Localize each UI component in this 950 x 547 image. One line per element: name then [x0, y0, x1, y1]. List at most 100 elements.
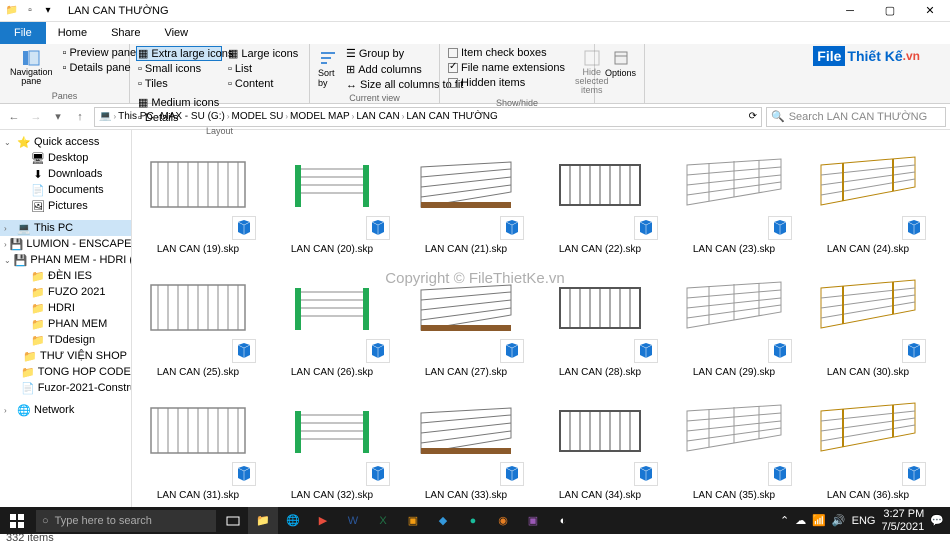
file-item[interactable]: LAN CAN (22).skp [534, 138, 666, 259]
file-item[interactable]: LAN CAN (27).skp [400, 261, 532, 382]
system-tray[interactable]: ⌃ ☁ 📶 🔊 ENG 3:27 PM 7/5/2021 💬 [774, 508, 950, 532]
sidebar-item[interactable]: 🖥Desktop [0, 150, 131, 166]
qat-dropdown[interactable]: ▾ [40, 3, 56, 19]
sidebar-item[interactable]: 📁HDRI [0, 300, 131, 316]
file-item[interactable]: LAN CAN (29).skp [668, 261, 800, 382]
details-pane-button[interactable]: ▫Details pane [61, 61, 139, 75]
sidebar-item[interactable]: 📁THƯ VIỆN SHOP [0, 348, 131, 364]
file-label: LAN CAN (28).skp [559, 367, 641, 378]
layout-small[interactable]: ▫Small icons [136, 62, 222, 76]
file-thumbnail [272, 142, 392, 222]
sidebar-item[interactable]: ›💾LUMION - ENSCAPE (E:) [0, 236, 131, 252]
up-button[interactable]: ↑ [70, 107, 90, 127]
taskbar-app[interactable]: 📁 [248, 507, 278, 534]
sidebar-item[interactable]: ⬇Downloads [0, 166, 131, 182]
skp-badge-icon [366, 216, 390, 240]
sidebar-item[interactable]: 📁TONG HOP CODE [0, 364, 131, 380]
taskbar-app[interactable]: W [338, 507, 368, 534]
taskbar-app[interactable]: ▣ [398, 507, 428, 534]
skp-badge-icon [232, 339, 256, 363]
file-item[interactable]: LAN CAN (24).skp [802, 138, 934, 259]
tab-share[interactable]: Share [99, 22, 152, 44]
file-item[interactable]: LAN CAN (21).skp [400, 138, 532, 259]
task-view-button[interactable] [218, 507, 248, 534]
sidebar-item[interactable]: 📁PHAN MEM [0, 316, 131, 332]
sidebar-item[interactable]: ›💻This PC [0, 220, 131, 236]
tab-home[interactable]: Home [46, 22, 99, 44]
sidebar-item[interactable]: ›🌐Network [0, 402, 131, 418]
skp-badge-icon [768, 216, 792, 240]
layout-extra-large[interactable]: ▦Extra large icons [136, 46, 222, 61]
layout-details[interactable]: ▫Details [136, 111, 180, 125]
file-extensions-toggle[interactable]: File name extensions [446, 61, 567, 75]
file-item[interactable]: LAN CAN (23).skp [668, 138, 800, 259]
tray-volume-icon[interactable]: 🔊 [832, 514, 846, 527]
layout-content[interactable]: ▫Content [226, 77, 270, 91]
file-item[interactable]: LAN CAN (20).skp [266, 138, 398, 259]
file-item[interactable]: LAN CAN (30).skp [802, 261, 934, 382]
file-item[interactable]: LAN CAN (25).skp [132, 261, 264, 382]
sidebar-item[interactable]: 🖼Pictures [0, 198, 131, 214]
content-area[interactable]: LAN CAN (19).skpLAN CAN (20).skpLAN CAN … [132, 130, 950, 527]
taskbar-app[interactable]: 🌐 [278, 507, 308, 534]
file-item[interactable]: LAN CAN (34).skp [534, 384, 666, 505]
notification-button[interactable]: 💬 [930, 514, 944, 527]
file-thumbnail [406, 388, 526, 468]
sidebar-item[interactable]: 📄Fuzor-2021-Construction-VDC-In [0, 380, 131, 396]
sidebar-item[interactable]: 📁ĐÈN IES [0, 268, 131, 284]
minimize-button[interactable]: ─ [830, 0, 870, 22]
sidebar-item[interactable]: ⌄⭐Quick access [0, 134, 131, 150]
taskbar-app[interactable]: ▣ [518, 507, 548, 534]
tray-icon[interactable]: 📶 [812, 514, 826, 527]
taskbar-app[interactable]: X [368, 507, 398, 534]
language-indicator[interactable]: ENG [852, 515, 876, 527]
file-thumbnail [138, 265, 258, 345]
sidebar-item[interactable]: 📁TDdesign [0, 332, 131, 348]
forward-button[interactable]: → [26, 107, 46, 127]
taskbar-search[interactable]: ○ Type here to search [36, 510, 216, 532]
item-checkboxes-toggle[interactable]: Item check boxes [446, 46, 567, 60]
sort-by-button[interactable]: Sort by [316, 46, 340, 92]
taskbar-app[interactable]: ◐ [548, 507, 578, 534]
sidebar-item[interactable]: 📄Documents [0, 182, 131, 198]
skp-badge-icon [902, 216, 926, 240]
layout-list[interactable]: ▫List [226, 62, 270, 76]
taskbar-app[interactable]: ◉ [488, 507, 518, 534]
sidebar-item[interactable]: ⌄💾PHAN MEM - HDRI (D:) [0, 252, 131, 268]
file-item[interactable]: LAN CAN (31).skp [132, 384, 264, 505]
file-item[interactable]: LAN CAN (19).skp [132, 138, 264, 259]
close-button[interactable]: ✕ [910, 0, 950, 22]
clock[interactable]: 3:27 PM 7/5/2021 [881, 508, 924, 532]
skp-badge-icon [902, 462, 926, 486]
file-item[interactable]: LAN CAN (26).skp [266, 261, 398, 382]
tray-icon[interactable]: ☁ [795, 514, 806, 527]
sidebar-item[interactable]: 📁FUZO 2021 [0, 284, 131, 300]
file-item[interactable]: LAN CAN (36).skp [802, 384, 934, 505]
layout-medium[interactable]: ▦Medium icons [136, 95, 180, 110]
watermark-logo: File Thiết Kế .vn [813, 46, 920, 66]
file-item[interactable]: LAN CAN (32).skp [266, 384, 398, 505]
layout-tiles[interactable]: ▫Tiles [136, 77, 222, 91]
hidden-items-toggle[interactable]: Hidden items [446, 76, 567, 90]
navigation-pane-button[interactable]: Navigation pane [6, 46, 57, 90]
maximize-button[interactable]: ▢ [870, 0, 910, 22]
start-button[interactable] [0, 507, 34, 534]
tab-file[interactable]: File [0, 22, 46, 44]
taskbar-app[interactable]: ● [458, 507, 488, 534]
tray-chevron-icon[interactable]: ⌃ [780, 514, 789, 527]
file-thumbnail [406, 265, 526, 345]
tab-view[interactable]: View [152, 22, 200, 44]
file-item[interactable]: LAN CAN (33).skp [400, 384, 532, 505]
taskbar-app[interactable]: ◆ [428, 507, 458, 534]
layout-large[interactable]: ▦Large icons [226, 46, 270, 61]
qat-icon[interactable]: ▫ [22, 3, 38, 19]
hide-selected-button[interactable]: Hide selected items [571, 46, 613, 97]
back-button[interactable]: ← [4, 107, 24, 127]
preview-pane-button[interactable]: ▫Preview pane [61, 46, 139, 60]
recent-dropdown[interactable]: ▾ [48, 107, 68, 127]
file-item[interactable]: LAN CAN (35).skp [668, 384, 800, 505]
taskbar-app[interactable]: ▶ [308, 507, 338, 534]
search-box[interactable]: 🔍 Search LAN CAN THƯỜNG [766, 107, 946, 127]
file-item[interactable]: LAN CAN (28).skp [534, 261, 666, 382]
refresh-button[interactable]: ⟳ [749, 111, 757, 122]
